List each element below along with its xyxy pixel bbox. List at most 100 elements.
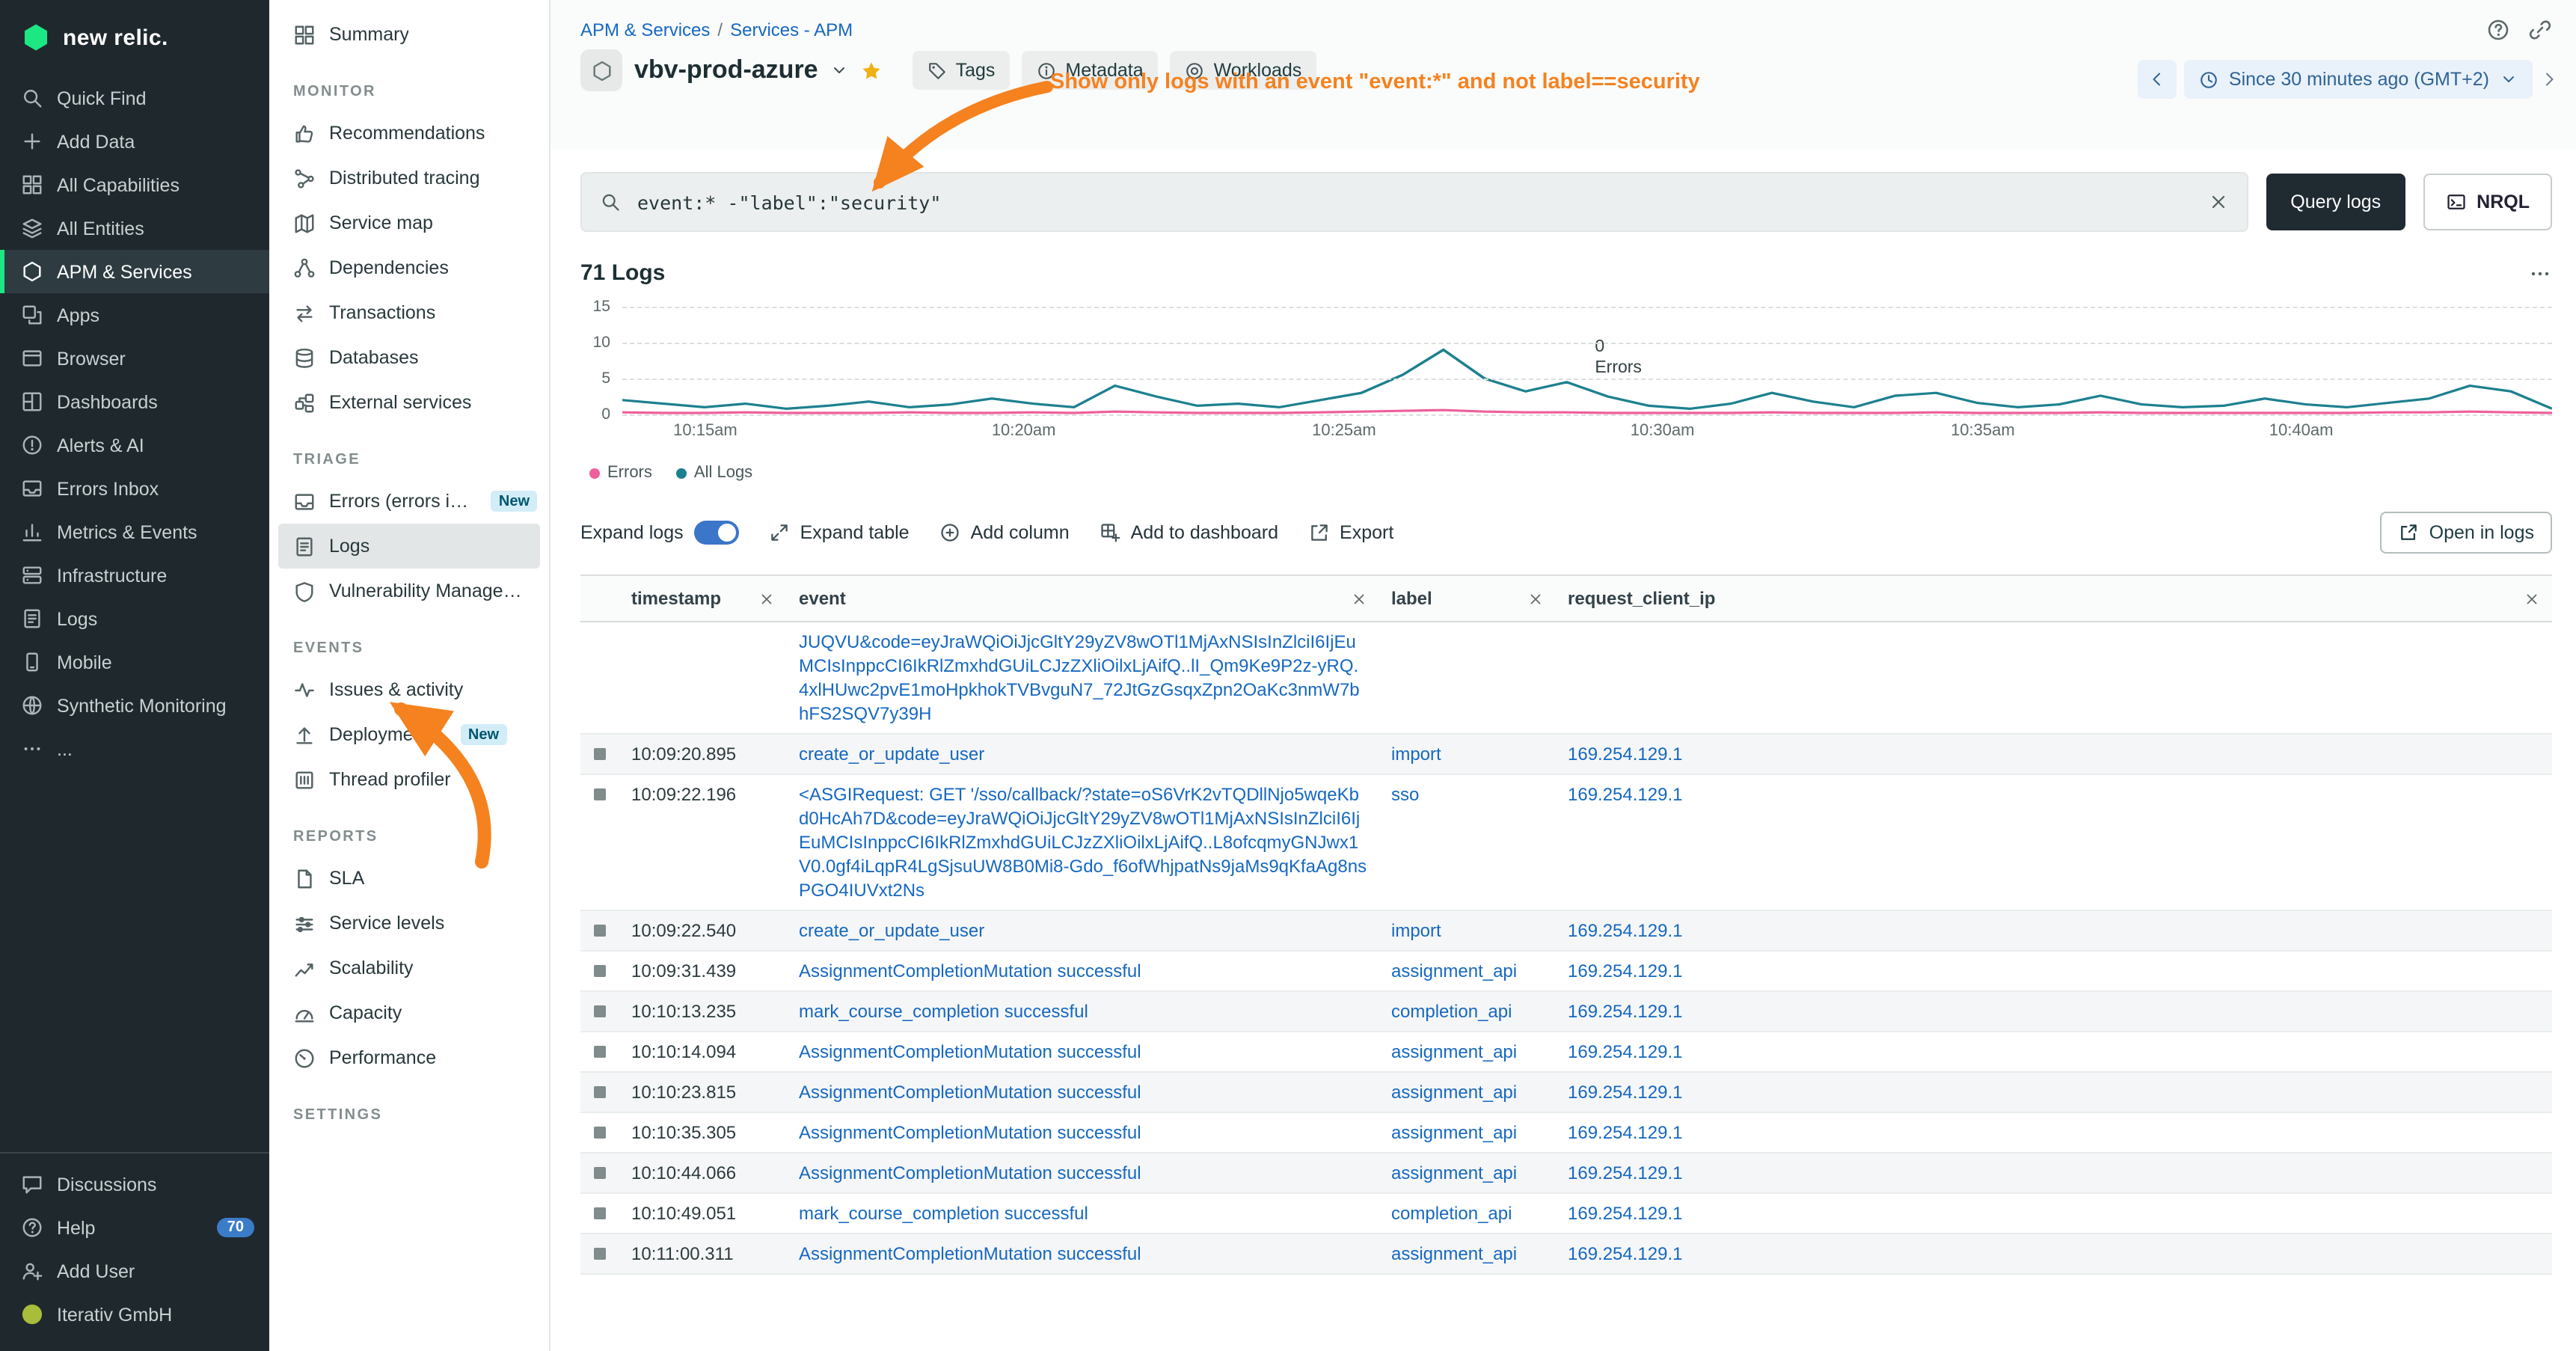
row-expand-icon[interactable] — [594, 748, 606, 760]
subnav-item-dependencies[interactable]: Dependencies — [269, 245, 549, 290]
table-row[interactable]: 10:10:14.094AssignmentCompletionMutation… — [580, 1032, 2552, 1073]
nrql-button[interactable]: NRQL — [2423, 174, 2552, 230]
ip-link[interactable]: 169.254.129.1 — [1568, 1162, 1683, 1183]
time-back-button[interactable] — [2138, 60, 2177, 99]
label-link[interactable]: completion_api — [1391, 1203, 1512, 1224]
row-expand-icon[interactable] — [594, 925, 606, 937]
table-row[interactable]: 10:10:49.051mark_course_completion succe… — [580, 1194, 2552, 1234]
sidebar-item-synthetic-monitoring[interactable]: Synthetic Monitoring — [0, 684, 269, 727]
sidebar-item-add-user[interactable]: Add User — [0, 1249, 269, 1293]
help-circle-icon[interactable] — [2486, 18, 2510, 42]
table-row[interactable]: 10:10:23.815AssignmentCompletionMutation… — [580, 1073, 2552, 1113]
subnav-item-distributed-tracing[interactable]: Distributed tracing — [269, 156, 549, 200]
event-link[interactable]: AssignmentCompletionMutation successful — [799, 1041, 1141, 1062]
remove-column-icon[interactable] — [1351, 590, 1367, 607]
table-row[interactable]: JUQVU&code=eyJraWQiOiJjcGltY29yZV8wOTl1M… — [580, 622, 2552, 735]
label-link[interactable]: assignment_api — [1391, 1162, 1517, 1183]
label-link[interactable]: assignment_api — [1391, 1082, 1517, 1103]
event-link[interactable]: AssignmentCompletionMutation successful — [799, 961, 1141, 981]
row-expand-icon[interactable] — [594, 1167, 606, 1179]
table-row[interactable]: 10:10:35.305AssignmentCompletionMutation… — [580, 1113, 2552, 1154]
sidebar-item-[interactable]: ... — [0, 727, 269, 771]
sidebar-item-add-data[interactable]: Add Data — [0, 120, 269, 163]
tags-button[interactable]: Tags — [913, 51, 1011, 90]
table-row[interactable]: 10:09:22.540create_or_update_userimport1… — [580, 911, 2552, 952]
event-link[interactable]: AssignmentCompletionMutation successful — [799, 1162, 1141, 1183]
sidebar-item-help[interactable]: Help70 — [0, 1206, 269, 1249]
sidebar-item-apps[interactable]: Apps — [0, 293, 269, 337]
expand-table-button[interactable]: Expand table — [769, 522, 910, 543]
subnav-item-databases[interactable]: Databases — [269, 335, 549, 380]
ip-link[interactable]: 169.254.129.1 — [1568, 920, 1683, 941]
more-menu-icon[interactable] — [2528, 261, 2552, 285]
row-expand-icon[interactable] — [594, 1046, 606, 1058]
subnav-item-service-map[interactable]: Service map — [269, 200, 549, 245]
table-row[interactable]: 10:09:22.196<ASGIRequest: GET '/sso/call… — [580, 775, 2552, 911]
chart-plot[interactable]: 0 Errors — [622, 307, 2552, 414]
breadcrumb-link-apm-services[interactable]: APM & Services — [580, 19, 710, 40]
label-link[interactable]: import — [1391, 744, 1441, 765]
row-expand-icon[interactable] — [594, 1127, 606, 1139]
ip-link[interactable]: 169.254.129.1 — [1568, 1082, 1683, 1103]
sidebar-item-logs[interactable]: Logs — [0, 597, 269, 640]
sidebar-item-quick-find[interactable]: Quick Find — [0, 76, 269, 120]
subnav-item-deployments[interactable]: DeploymentsNew — [269, 712, 549, 757]
row-expand-icon[interactable] — [594, 965, 606, 977]
label-link[interactable]: assignment_api — [1391, 961, 1517, 981]
open-in-logs-button[interactable]: Open in logs — [2380, 512, 2552, 554]
ip-link[interactable]: 169.254.129.1 — [1568, 961, 1683, 981]
ip-link[interactable]: 169.254.129.1 — [1568, 1203, 1683, 1224]
label-link[interactable]: assignment_api — [1391, 1243, 1517, 1264]
ip-link[interactable]: 169.254.129.1 — [1568, 784, 1683, 805]
sidebar-item-infrastructure[interactable]: Infrastructure — [0, 554, 269, 597]
row-expand-icon[interactable] — [594, 1086, 606, 1098]
row-expand-icon[interactable] — [594, 1005, 606, 1017]
subnav-item-vulnerability-management[interactable]: Vulnerability Management — [269, 569, 549, 613]
log-query-input[interactable] — [634, 189, 2195, 215]
subnav-item-recommendations[interactable]: Recommendations — [269, 111, 549, 156]
event-link[interactable]: AssignmentCompletionMutation successful — [799, 1122, 1141, 1143]
query-logs-button[interactable]: Query logs — [2266, 174, 2405, 230]
subnav-item-errors-errors-inb[interactable]: Errors (errors inb...New — [269, 479, 549, 524]
row-expand-icon[interactable] — [594, 1207, 606, 1219]
sidebar-item-discussions[interactable]: Discussions — [0, 1162, 269, 1206]
expand-logs-toggle[interactable] — [694, 521, 739, 545]
event-link[interactable]: AssignmentCompletionMutation successful — [799, 1243, 1141, 1264]
event-link[interactable]: create_or_update_user — [799, 744, 984, 765]
sidebar-item-errors-inbox[interactable]: Errors Inbox — [0, 467, 269, 510]
sidebar-item-iterativ-gmbh[interactable]: Iterativ GmbH — [0, 1293, 269, 1336]
subnav-item-scalability[interactable]: Scalability — [269, 946, 549, 990]
label-link[interactable]: assignment_api — [1391, 1041, 1517, 1062]
table-row[interactable]: 10:11:00.311AssignmentCompletionMutation… — [580, 1234, 2552, 1275]
favorite-star-icon[interactable] — [860, 59, 883, 82]
event-link[interactable]: JUQVU&code=eyJraWQiOiJjcGltY29yZV8wOTl1M… — [799, 631, 1360, 724]
legend-item-errors[interactable]: Errors — [589, 464, 652, 482]
add-column-button[interactable]: Add column — [939, 522, 1070, 543]
sidebar-item-browser[interactable]: Browser — [0, 337, 269, 380]
label-link[interactable]: sso — [1391, 784, 1419, 805]
event-link[interactable]: <ASGIRequest: GET '/sso/callback/?state=… — [799, 784, 1367, 901]
ip-link[interactable]: 169.254.129.1 — [1568, 1001, 1683, 1022]
subnav-item-summary[interactable]: Summary — [269, 12, 549, 57]
breadcrumb-link-services-apm[interactable]: Services - APM — [730, 19, 853, 40]
table-row[interactable]: 10:09:31.439AssignmentCompletionMutation… — [580, 952, 2552, 992]
table-row[interactable]: 10:09:20.895create_or_update_userimport1… — [580, 735, 2552, 775]
time-picker[interactable]: Since 30 minutes ago (GMT+2) — [2184, 60, 2533, 99]
ip-link[interactable]: 169.254.129.1 — [1568, 1243, 1683, 1264]
remove-column-icon[interactable] — [758, 590, 775, 607]
event-link[interactable]: mark_course_completion successful — [799, 1203, 1088, 1224]
legend-item-all-logs[interactable]: All Logs — [676, 464, 752, 482]
newrelic-logo[interactable]: new relic. — [0, 0, 269, 70]
event-link[interactable]: mark_course_completion successful — [799, 1001, 1088, 1022]
row-expand-icon[interactable] — [594, 1248, 606, 1260]
subnav-item-issues-activity[interactable]: Issues & activity — [269, 667, 549, 712]
chevron-down-icon[interactable] — [830, 61, 848, 79]
subnav-item-logs[interactable]: Logs — [278, 524, 540, 569]
export-button[interactable]: Export — [1308, 522, 1393, 543]
sidebar-item-alerts-ai[interactable]: Alerts & AI — [0, 423, 269, 467]
event-link[interactable]: AssignmentCompletionMutation successful — [799, 1082, 1141, 1103]
row-expand-icon[interactable] — [594, 788, 606, 800]
subnav-item-thread-profiler[interactable]: Thread profiler — [269, 757, 549, 802]
sidebar-item-apm-services[interactable]: APM & Services — [0, 250, 269, 293]
clear-query-icon[interactable] — [2208, 192, 2229, 212]
